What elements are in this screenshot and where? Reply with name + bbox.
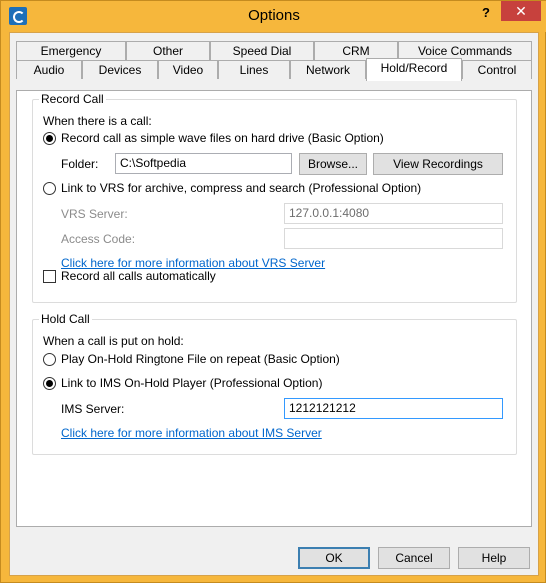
cancel-button[interactable]: Cancel (378, 547, 450, 569)
ims-server-label: IMS Server: (61, 402, 125, 416)
tab-emergency[interactable]: Emergency (16, 41, 126, 60)
tab-video[interactable]: Video (158, 60, 218, 79)
vrs-info-link[interactable]: Click here for more information about VR… (61, 256, 325, 270)
folder-label: Folder: (61, 157, 99, 171)
window-title: Options (248, 7, 300, 24)
tab-row-front: Audio Devices Video Lines Network Hold/R… (10, 58, 540, 81)
ims-server-input[interactable]: 1212121212 (284, 398, 503, 419)
record-when-label: When there is a call: (43, 114, 152, 128)
record-all-checkbox[interactable] (43, 270, 56, 283)
radio-record-wave-label[interactable]: Record call as simple wave files on hard… (61, 131, 384, 145)
options-window: Options ? ✕ Emergency Other Speed Dial C… (0, 0, 546, 583)
title-bar[interactable]: Options ? ✕ (1, 1, 546, 32)
tab-lines[interactable]: Lines (218, 60, 290, 79)
radio-hold-ims-label[interactable]: Link to IMS On-Hold Player (Professional… (61, 376, 322, 390)
ims-info-link[interactable]: Click here for more information about IM… (61, 426, 322, 440)
help-title-button[interactable]: ? (473, 3, 499, 23)
tab-devices[interactable]: Devices (82, 60, 158, 79)
help-button[interactable]: Help (458, 547, 530, 569)
radio-record-wave[interactable] (43, 132, 56, 145)
record-all-label[interactable]: Record all calls automatically (61, 269, 216, 283)
radio-link-vrs-label[interactable]: Link to VRS for archive, compress and se… (61, 181, 421, 195)
vrs-server-input[interactable]: 127.0.0.1:4080 (284, 203, 503, 224)
record-call-group: Record Call When there is a call: Record… (32, 92, 517, 303)
tab-hold-record[interactable]: Hold/Record (366, 58, 462, 81)
view-recordings-button[interactable]: View Recordings (373, 153, 503, 175)
radio-link-vrs[interactable] (43, 182, 56, 195)
hold-call-title: Hold Call (39, 312, 92, 326)
browse-button[interactable]: Browse... (299, 153, 367, 175)
folder-input[interactable]: C:\Softpedia (115, 153, 292, 174)
vrs-server-label: VRS Server: (61, 207, 128, 221)
access-code-input[interactable] (284, 228, 503, 249)
tab-audio[interactable]: Audio (16, 60, 82, 79)
hold-record-panel: Record Call When there is a call: Record… (16, 90, 532, 527)
ok-button[interactable]: OK (298, 547, 370, 569)
close-button[interactable]: ✕ (501, 1, 541, 21)
radio-hold-ringtone[interactable] (43, 353, 56, 366)
dialog-client: Emergency Other Speed Dial CRM Voice Com… (9, 32, 539, 576)
radio-hold-ims[interactable] (43, 377, 56, 390)
hold-call-group: Hold Call When a call is put on hold: Pl… (32, 312, 517, 455)
tab-other[interactable]: Other (126, 41, 210, 60)
access-code-label: Access Code: (61, 232, 136, 246)
tab-control[interactable]: Control (462, 60, 532, 79)
radio-hold-ringtone-label[interactable]: Play On-Hold Ringtone File on repeat (Ba… (61, 352, 340, 366)
record-call-title: Record Call (39, 92, 106, 106)
tab-network[interactable]: Network (290, 60, 366, 79)
tab-speed-dial[interactable]: Speed Dial (210, 41, 314, 60)
hold-when-label: When a call is put on hold: (43, 334, 184, 348)
